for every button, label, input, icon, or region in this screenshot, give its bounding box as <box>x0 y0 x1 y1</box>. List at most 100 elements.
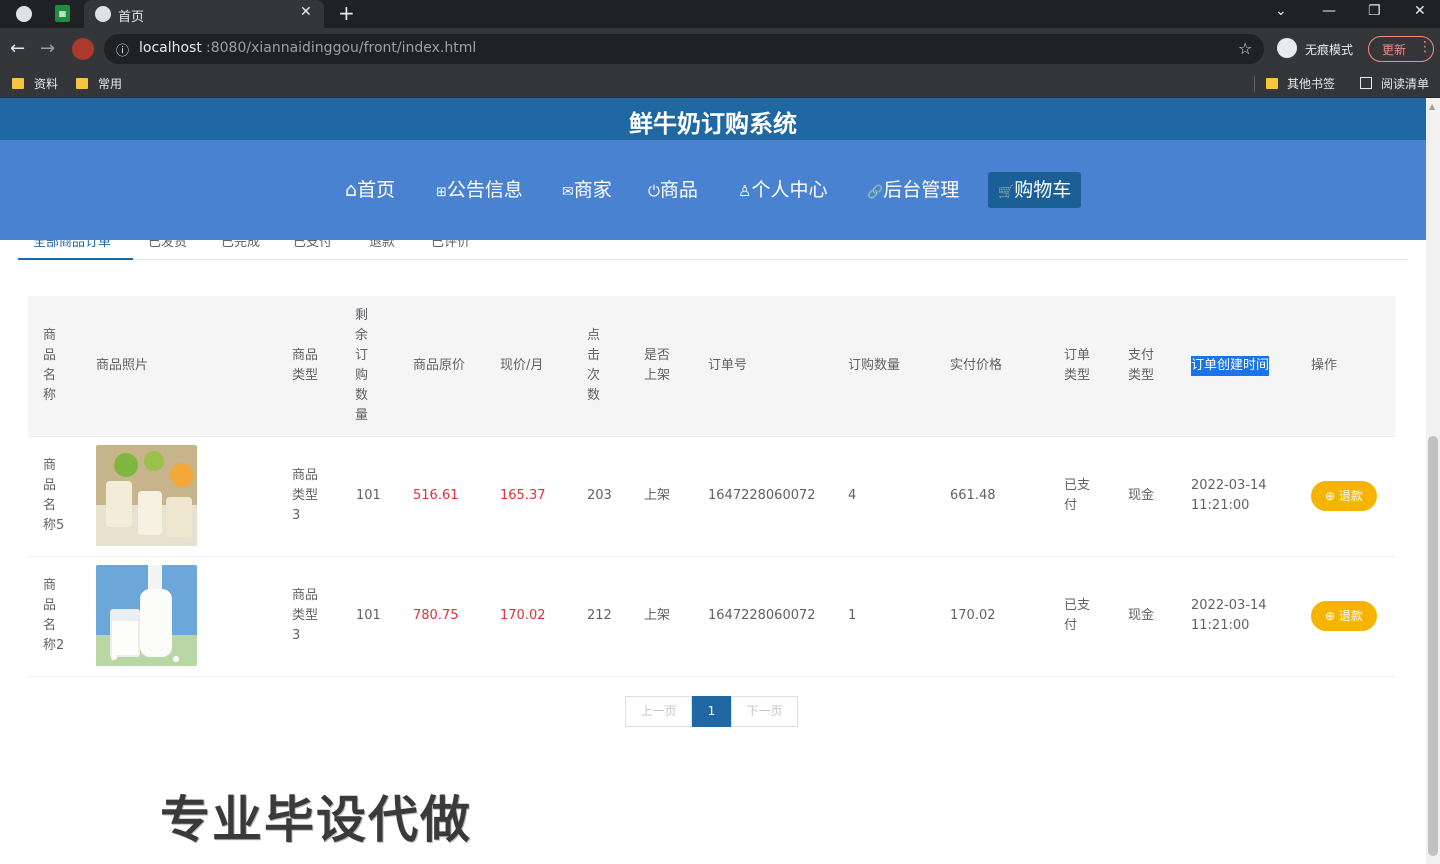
forward-icon[interactable]: → <box>40 38 55 59</box>
globe-icon[interactable] <box>16 6 32 22</box>
nav-label: 后台管理 <box>883 179 960 201</box>
row-divider <box>28 436 1395 437</box>
th-created: 订单创建时间 <box>1191 356 1270 376</box>
nav-label: 首页 <box>357 179 396 201</box>
cell-order-no: 1647228060072 <box>708 608 816 623</box>
nav-item-notice[interactable]: ⊞公告信息 <box>436 177 523 209</box>
globe-icon <box>95 6 111 22</box>
cell-orig-price: 516.61 <box>413 488 459 503</box>
pager-next-button[interactable]: 下一页 <box>731 696 798 727</box>
sheets-icon[interactable]: ▦ <box>55 5 70 22</box>
cell-cur-price: 170.02 <box>500 608 546 623</box>
cell-orig-price: 780.75 <box>413 608 459 623</box>
yen-icon: ⊕ <box>1325 489 1339 503</box>
window-close-icon[interactable]: ✕ <box>1414 3 1426 19</box>
cell-clicks: 203 <box>587 488 612 503</box>
minimize-icon[interactable]: — <box>1322 3 1336 19</box>
row-divider <box>28 556 1395 557</box>
th-ops: 操作 <box>1311 358 1338 373</box>
refund-button[interactable]: ⊕ 退款 <box>1311 481 1377 511</box>
cell-order-type: 已支付 <box>1064 598 1091 633</box>
th-stock: 剩余订购数量 <box>355 308 369 423</box>
th-clicks: 点击次数 <box>587 328 601 403</box>
bookmark-star-icon[interactable]: ☆ <box>1238 39 1252 58</box>
bookmarks-bar: 资料 常用 其他书签 阅读清单 <box>0 70 1440 98</box>
cell-stock: 101 <box>356 488 381 503</box>
tab-close-icon[interactable]: ✕ <box>300 4 312 20</box>
nav-label: 公告信息 <box>446 179 523 201</box>
th-type: 商品类型 <box>292 348 319 383</box>
tab-paid[interactable]: 已支付 <box>293 240 332 250</box>
browser-toolbar: ← → ⓘ localhost :8080/xiannaidinggou/fro… <box>0 28 1440 70</box>
main-nav <box>0 140 1426 240</box>
th-paid: 实付价格 <box>950 358 1003 373</box>
nav-item-cart[interactable]: 🛒购物车 <box>988 172 1082 208</box>
cell-paid: 661.48 <box>950 488 996 503</box>
cell-type: 商品类型3 <box>292 468 319 523</box>
browser-tab-title[interactable]: 首页 <box>118 6 144 25</box>
cell-pay-type: 现金 <box>1128 488 1155 503</box>
cell-name: 商品名称2 <box>43 578 65 653</box>
new-tab-icon[interactable]: + <box>338 1 355 25</box>
bookmark-folder-changyong[interactable]: 常用 <box>98 75 122 92</box>
nav-item-profile[interactable]: ♙个人中心 <box>738 177 827 209</box>
cell-pay-type: 现金 <box>1128 608 1155 623</box>
cell-type: 商品类型3 <box>292 588 319 643</box>
tab-shipped[interactable]: 已发货 <box>148 240 187 250</box>
site-info-icon[interactable]: ⓘ <box>116 40 129 59</box>
incognito-icon <box>1277 38 1297 58</box>
cell-created-time: 11:21:00 <box>1191 498 1250 513</box>
incognito-label: 无痕模式 <box>1305 43 1354 57</box>
product-photo <box>96 445 197 546</box>
reload-icon[interactable] <box>72 38 94 60</box>
browser-tab-bar: ▦ 首页 ✕ + ⌄ — ❐ ✕ <box>0 0 1440 28</box>
tab-refund[interactable]: 退款 <box>369 240 395 250</box>
tab-all-orders[interactable]: 全部商品订单 <box>33 240 111 250</box>
nav-label: 购物车 <box>1014 179 1072 201</box>
site-title: 鲜牛奶订购系统 <box>629 110 797 138</box>
scroll-up-icon[interactable]: ▲ <box>1429 102 1435 111</box>
nav-item-admin[interactable]: 🔗后台管理 <box>867 177 959 209</box>
tab-reviewed[interactable]: 已评价 <box>431 240 470 250</box>
row-divider <box>28 676 1395 677</box>
cell-created-date: 2022-03-14 <box>1191 598 1267 613</box>
nav-item-home[interactable]: ⌂首页 <box>345 177 395 209</box>
cell-qty: 1 <box>848 608 857 623</box>
back-icon[interactable]: ← <box>10 38 25 59</box>
power-icon: ⏻ <box>648 182 660 200</box>
cell-on-shelf: 上架 <box>644 488 671 503</box>
pager-page-1[interactable]: 1 <box>692 696 731 727</box>
pager-prev-button[interactable]: 上一页 <box>625 696 692 727</box>
th-pay-type: 支付类型 <box>1128 348 1155 383</box>
tab-completed[interactable]: 已完成 <box>221 240 260 250</box>
restore-icon[interactable]: ❐ <box>1368 3 1381 19</box>
folder-icon <box>1266 78 1278 89</box>
menu-icon[interactable]: ⋮ <box>1418 39 1432 55</box>
cell-qty: 4 <box>848 488 857 503</box>
product-photo <box>96 565 197 666</box>
th-name: 商品名称 <box>43 328 57 403</box>
cell-cur-price: 165.37 <box>500 488 546 503</box>
bookmark-other[interactable]: 其他书签 <box>1287 75 1335 92</box>
cart-icon: 🛒 <box>998 185 1015 200</box>
bookmark-folder-ziliao[interactable]: 资料 <box>34 75 58 92</box>
th-photo: 商品照片 <box>96 358 149 373</box>
refund-button[interactable]: ⊕ 退款 <box>1311 601 1377 631</box>
cell-order-type: 已支付 <box>1064 478 1091 513</box>
nav-item-merchant[interactable]: ✉商家 <box>562 177 612 209</box>
tab-search-icon[interactable]: ⌄ <box>1275 3 1287 19</box>
url-host[interactable]: localhost <box>139 40 202 56</box>
cell-created-date: 2022-03-14 <box>1191 478 1267 493</box>
order-status-tabs: 全部商品订单 已发货 已完成 已支付 退款 已评价 <box>18 240 1408 260</box>
nav-label: 个人中心 <box>751 179 828 201</box>
update-label[interactable]: 更新 <box>1382 41 1406 58</box>
bookmark-reading-list[interactable]: 阅读清单 <box>1381 75 1429 92</box>
th-on-shelf: 是否上架 <box>644 348 671 383</box>
url-path[interactable]: :8080/xiannaidinggou/front/index.html <box>206 40 476 56</box>
refund-label: 退款 <box>1338 489 1363 503</box>
th-qty: 订购数量 <box>848 358 901 373</box>
link-icon: 🔗 <box>867 185 884 200</box>
bookmark-separator <box>1254 76 1255 92</box>
nav-item-goods[interactable]: ⏻商品 <box>648 177 698 209</box>
scroll-thumb[interactable] <box>1428 436 1438 856</box>
